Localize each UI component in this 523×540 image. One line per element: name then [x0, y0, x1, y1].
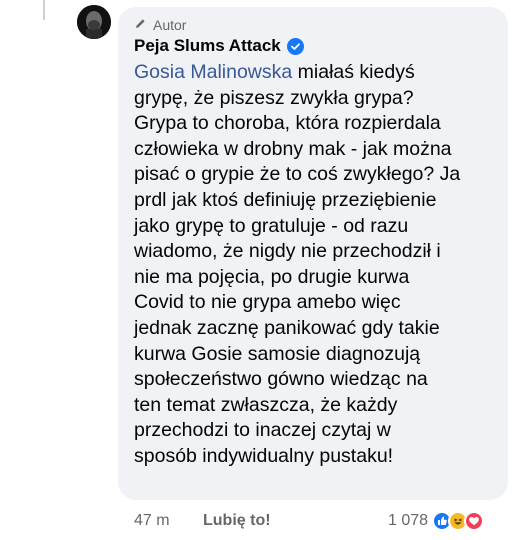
avatar-photo	[77, 5, 111, 39]
comment-line: jako grypę to gratuluje - od razu	[134, 214, 409, 237]
comment-line: Covid to nie grypa amebo więc	[134, 291, 401, 314]
mention-link[interactable]: Gosia Malinowska	[134, 61, 292, 83]
comment-line: jednak zacznę panikować gdy takie	[134, 316, 440, 339]
author-name-link[interactable]: Peja Slums Attack	[134, 36, 281, 56]
comment-line: społeczeństwo gówno wiedząc na	[134, 368, 428, 391]
avatar[interactable]	[77, 5, 111, 39]
timestamp[interactable]: 47 m	[134, 512, 170, 530]
author-tag-label: Autor	[153, 17, 187, 33]
reaction-count: 1 078	[388, 512, 429, 529]
reactions-summary[interactable]: 1 078	[388, 510, 485, 532]
comment-line: nie ma pojęcia, po drugie kurwa	[134, 265, 410, 288]
comment-body: Gosia Malinowska miałaś kiedyś grypę, że…	[134, 60, 506, 470]
thread-connector-line	[43, 0, 45, 20]
verified-badge-icon	[286, 37, 304, 55]
comment-line: wiadomo, że nigdy nie przechodził i	[134, 240, 441, 263]
comment-line: grypę, że piszesz zwykła grypa?	[134, 86, 414, 109]
like-button[interactable]: Lubię to!	[203, 512, 271, 530]
comment-line: pisać o grypie że to coś zwykłego? Ja	[134, 163, 461, 186]
comment-line: człowieka w drobny mak - jak można	[134, 137, 452, 160]
love-reaction-icon	[464, 511, 485, 531]
comment-footer: 47 m Lubię to! 1 078	[0, 508, 523, 536]
author-tag: Autor	[134, 17, 186, 33]
comment-line: Grypa to choroba, która rozpierdala	[134, 112, 441, 135]
comment-line: Gosia Malinowska miałaś kiedyś	[134, 61, 415, 83]
comment-line: sposób indywidualny pustaku!	[134, 444, 394, 467]
comment-line: kurwa Gosie samosie diagnozują	[134, 342, 421, 365]
comment-line: ten temat zwłaszcza, że każdy	[134, 393, 398, 416]
author-name: Peja Slums Attack	[134, 36, 304, 56]
comment-line: prdl jak ktoś definiuję przeziębienie	[134, 188, 437, 211]
pen-icon	[134, 17, 147, 33]
comment-line: przechodzi to inaczej czytaj w	[134, 419, 391, 442]
